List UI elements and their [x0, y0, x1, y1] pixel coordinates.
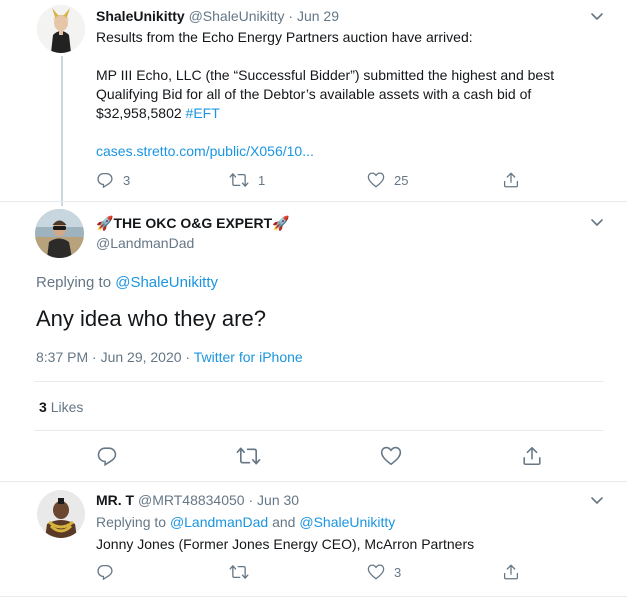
tweet-date[interactable]: Jun 29 [297, 8, 339, 24]
likes-stat-label: Likes [50, 399, 84, 415]
share-button[interactable] [502, 563, 520, 581]
mention-link[interactable]: @ShaleUnikitty [299, 514, 395, 530]
retweet-button[interactable] [229, 563, 249, 581]
hashtag-link[interactable]: #EFT [186, 105, 220, 121]
avatar-mrt[interactable] [37, 490, 85, 538]
tweet-text-line: Results from the Echo Energy Partners au… [96, 29, 473, 45]
tweet-text-line: Qualifying Bid for all of the Debtor’s a… [96, 86, 532, 102]
mrt-avatar-image [37, 490, 85, 538]
likes-stat[interactable]: 3 Likes [39, 398, 83, 416]
chevron-down-icon[interactable] [589, 214, 605, 230]
unikitty-avatar-image [37, 5, 85, 53]
reply-icon [97, 172, 113, 189]
tweet-timestamp[interactable]: 8:37 PM · Jun 29, 2020 · [36, 349, 190, 365]
like-button[interactable]: 3 [367, 563, 401, 581]
display-name[interactable]: MR. T [96, 492, 134, 508]
rocket-emoji: 🚀 [272, 215, 290, 231]
share-button[interactable] [521, 445, 543, 467]
separator: · [248, 492, 254, 508]
share-button[interactable] [502, 171, 520, 189]
like-count: 3 [394, 564, 402, 580]
like-button[interactable]: 25 [367, 171, 408, 189]
divider [0, 481, 627, 482]
retweet-button[interactable]: 1 [229, 171, 265, 189]
display-name[interactable]: ShaleUnikitty [96, 8, 185, 24]
landmandad-avatar-image [35, 209, 84, 258]
tweet-text-line: MP III Echo, LLC (the “Successful Bidder… [96, 67, 555, 83]
reply-button[interactable]: 3 [96, 171, 130, 189]
tweet-text: Jonny Jones (Former Jones Energy CEO), M… [96, 536, 475, 552]
reply-icon [97, 564, 113, 581]
divider [34, 430, 604, 431]
like-button[interactable] [380, 445, 402, 467]
like-icon [367, 172, 385, 188]
replying-to-label: Replying to [96, 514, 167, 530]
separator: · [288, 8, 294, 24]
divider [0, 201, 627, 202]
reply-icon [97, 447, 117, 467]
share-icon [503, 172, 519, 188]
reply-button[interactable] [96, 563, 114, 581]
like-count: 25 [394, 172, 409, 188]
share-icon [523, 446, 541, 466]
tweet-source-link[interactable]: Twitter for iPhone [194, 349, 303, 365]
handle[interactable]: @LandmanDad [96, 234, 194, 252]
mention-link[interactable]: @LandmanDad [170, 514, 268, 530]
chevron-down-icon[interactable] [589, 8, 605, 24]
retweet-icon [229, 173, 249, 187]
like-icon [367, 564, 385, 580]
rocket-emoji: 🚀 [96, 215, 114, 231]
chevron-down-icon[interactable] [589, 492, 605, 508]
retweet-button[interactable] [236, 445, 261, 467]
avatar-landmandad[interactable] [35, 209, 84, 258]
divider [0, 596, 627, 597]
reply-button[interactable] [96, 445, 118, 467]
share-icon [503, 564, 519, 580]
bid-amount: $32,958,5802 [96, 105, 182, 121]
like-icon [380, 446, 402, 466]
divider [34, 381, 604, 382]
reply-count: 3 [123, 172, 131, 188]
likes-stat-count: 3 [39, 399, 47, 415]
tweet-date[interactable]: Jun 30 [257, 492, 299, 508]
avatar-shaleunikitty[interactable] [37, 5, 85, 53]
handle[interactable]: @MRT48834050 [138, 492, 245, 508]
tweet-text: Any idea who they are? [36, 306, 266, 331]
retweet-count: 1 [258, 172, 266, 188]
external-link[interactable]: cases.stretto.com/public/X056/10... [96, 142, 314, 160]
thread-line [61, 56, 63, 206]
mention-link[interactable]: @ShaleUnikitty [115, 274, 218, 291]
retweet-icon [236, 447, 261, 465]
replying-to-label: Replying to [36, 274, 112, 291]
handle[interactable]: @ShaleUnikitty [189, 8, 285, 24]
retweet-icon [229, 565, 249, 579]
and-label: and [272, 514, 296, 530]
display-name[interactable]: THE OKC O&G EXPERT [113, 215, 272, 231]
